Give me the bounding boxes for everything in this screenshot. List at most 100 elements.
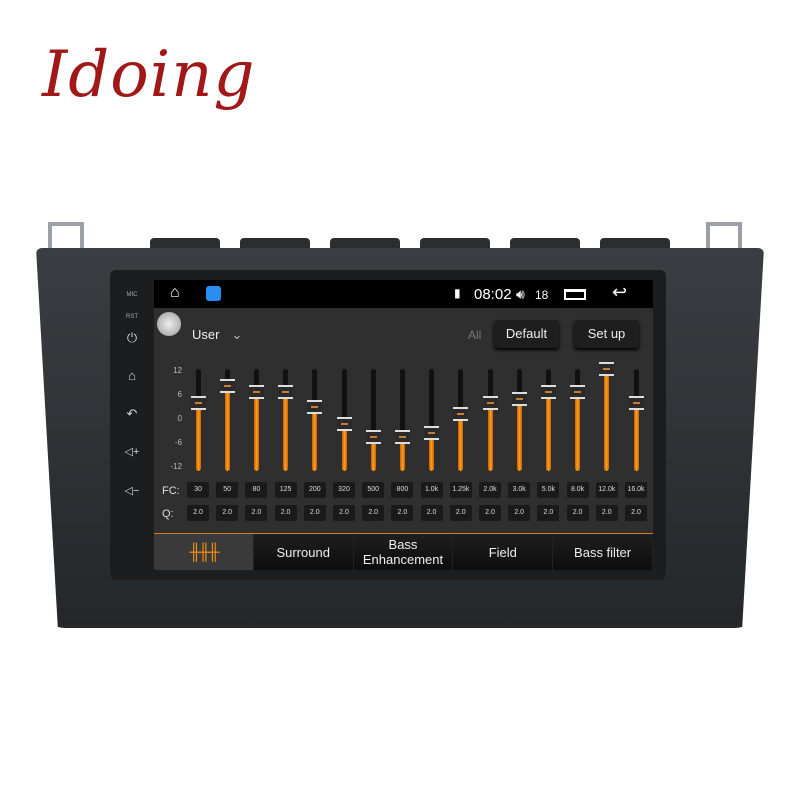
fc-value[interactable]: 1.0k <box>420 482 443 498</box>
eq-slider-knob[interactable] <box>599 362 615 376</box>
eq-slider-fill <box>516 398 522 471</box>
volume-up-icon[interactable]: ◁+ <box>110 445 154 458</box>
tab-bass-filter[interactable]: Bass filter <box>553 534 653 570</box>
tab-field[interactable]: Field <box>453 534 554 570</box>
fc-value[interactable]: 80 <box>245 482 268 498</box>
eq-slider-knob[interactable] <box>570 385 586 400</box>
eq-slider-knob[interactable] <box>365 430 381 444</box>
q-value[interactable]: 2.0 <box>449 505 472 521</box>
eq-slider-knob[interactable] <box>453 406 469 421</box>
home-icon[interactable]: ⌂ <box>110 368 154 383</box>
eq-slider-track[interactable] <box>219 369 235 471</box>
eq-slider-track[interactable] <box>424 369 440 471</box>
fc-value[interactable]: 50 <box>216 482 239 498</box>
eq-slider-track[interactable] <box>599 362 615 471</box>
eq-slider-track[interactable] <box>540 369 556 471</box>
eq-slider-track[interactable] <box>453 369 469 471</box>
eq-slider-track[interactable] <box>336 369 352 471</box>
q-value[interactable]: 2.0 <box>595 505 618 521</box>
eq-slider-knob[interactable] <box>511 391 527 406</box>
fc-value[interactable]: 5.0k <box>537 482 560 498</box>
q-label: Q: <box>162 508 174 520</box>
setup-button[interactable]: Set up <box>574 320 639 348</box>
eq-slider-knob[interactable] <box>336 417 352 432</box>
q-value[interactable]: 2.0 <box>187 505 209 521</box>
eq-slider-fill <box>458 413 464 471</box>
eq-toggle-knob[interactable] <box>157 312 181 336</box>
fc-value[interactable]: 320 <box>333 482 355 498</box>
eq-slider-track[interactable] <box>394 369 410 471</box>
home-icon[interactable]: ⌂ <box>170 284 180 302</box>
tab-equalizer[interactable]: ╫╫╫ <box>154 534 254 570</box>
all-label[interactable]: All <box>468 328 481 342</box>
fc-value[interactable]: 30 <box>187 482 209 498</box>
q-value[interactable]: 2.0 <box>303 505 326 521</box>
eq-slider-track[interactable] <box>570 369 586 471</box>
q-value[interactable]: 2.0 <box>333 505 355 521</box>
eq-slider-fill <box>195 403 201 471</box>
back-icon[interactable]: ↶ <box>110 406 154 422</box>
app-icon[interactable] <box>206 286 221 301</box>
eq-slider-knob[interactable] <box>394 430 410 444</box>
eq-slider-track[interactable] <box>307 369 323 471</box>
eq-slider-track[interactable] <box>365 369 381 471</box>
q-value[interactable]: 2.0 <box>245 505 268 521</box>
eq-slider-fill <box>604 369 610 471</box>
q-value[interactable]: 2.0 <box>362 505 385 521</box>
fc-value[interactable]: 16.0k <box>625 482 647 498</box>
eq-slider-fill <box>224 386 230 471</box>
fc-value[interactable]: 500 <box>362 482 385 498</box>
eq-slider-knob[interactable] <box>307 400 323 415</box>
eq-slider-knob[interactable] <box>628 396 644 410</box>
eq-slider-knob[interactable] <box>190 396 206 410</box>
q-value[interactable]: 2.0 <box>391 505 414 521</box>
mounting-clip <box>706 222 742 248</box>
volume-icon[interactable]: 🔊︎ <box>516 286 525 303</box>
fc-value[interactable]: 2.0k <box>479 482 501 498</box>
eq-slider-track[interactable] <box>190 369 206 471</box>
default-button[interactable]: Default <box>494 320 559 348</box>
q-value[interactable]: 2.0 <box>216 505 239 521</box>
q-value[interactable]: 2.0 <box>420 505 443 521</box>
eq-slider-fill <box>545 392 551 471</box>
fc-value[interactable]: 12.0k <box>595 482 618 498</box>
eq-slider-knob[interactable] <box>482 396 498 410</box>
eq-slider-track[interactable] <box>511 369 527 471</box>
reset-button[interactable]: RST <box>110 314 154 320</box>
preset-select[interactable]: User ⌄ <box>192 327 242 343</box>
recent-apps-icon[interactable] <box>564 289 586 300</box>
eq-slider-fill <box>341 424 347 471</box>
eq-slider-knob[interactable] <box>540 385 556 400</box>
eq-slider-knob[interactable] <box>248 385 264 400</box>
volume-down-icon[interactable]: ◁− <box>110 484 154 497</box>
power-icon[interactable]: ⏻ <box>110 330 154 346</box>
back-icon[interactable]: ↩ <box>612 282 627 303</box>
scale-label: -6 <box>174 438 182 447</box>
scale-label: 12 <box>173 366 182 375</box>
eq-slider-knob[interactable] <box>219 379 235 393</box>
eq-slider-fill <box>312 407 318 471</box>
fc-value[interactable]: 125 <box>274 482 297 498</box>
fc-value[interactable]: 800 <box>391 482 414 498</box>
fc-value[interactable]: 8.0k <box>566 482 589 498</box>
tab-bass-enhancement[interactable]: Bass Enhancement <box>353 534 454 570</box>
q-value[interactable]: 2.0 <box>566 505 589 521</box>
fc-value[interactable]: 1.25k <box>449 482 472 498</box>
tab-surround[interactable]: Surround <box>253 534 354 570</box>
q-value[interactable]: 2.0 <box>537 505 560 521</box>
eq-slider-track[interactable] <box>482 369 498 471</box>
q-value[interactable]: 2.0 <box>479 505 501 521</box>
q-value[interactable]: 2.0 <box>508 505 531 521</box>
q-value[interactable]: 2.0 <box>274 505 297 521</box>
eq-slider-knob[interactable] <box>278 385 294 400</box>
eq-slider-track[interactable] <box>628 369 644 471</box>
eq-slider-track[interactable] <box>278 369 294 471</box>
eq-slider-track[interactable] <box>248 369 264 471</box>
sim-icon: ▮ <box>454 286 461 300</box>
eq-slider-fill <box>487 403 493 471</box>
preset-value: User <box>192 327 220 342</box>
eq-slider-knob[interactable] <box>424 425 440 440</box>
fc-value[interactable]: 200 <box>303 482 326 498</box>
q-value[interactable]: 2.0 <box>625 505 647 521</box>
fc-value[interactable]: 3.0k <box>508 482 531 498</box>
